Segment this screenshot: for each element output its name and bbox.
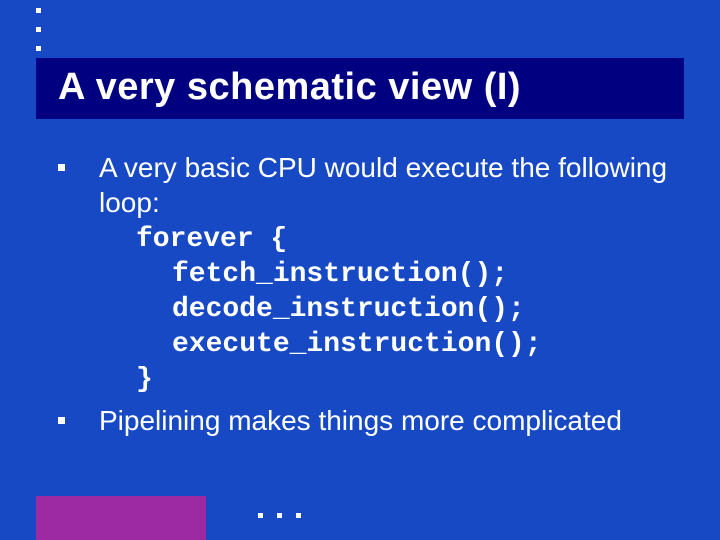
dot-icon	[36, 8, 41, 13]
code-line: forever {	[136, 222, 684, 257]
dot-icon	[296, 513, 301, 518]
bullet-text: A very basic CPU would execute the follo…	[99, 150, 684, 220]
decoration-dots-top	[36, 8, 41, 51]
code-line: execute_instruction();	[136, 327, 684, 362]
accent-decoration	[36, 496, 206, 540]
code-line: }	[136, 362, 684, 397]
code-line: decode_instruction();	[136, 292, 684, 327]
dot-icon	[36, 27, 41, 32]
bullet-item: Pipelining makes things more complicated	[58, 403, 684, 438]
code-block: forever { fetch_instruction(); decode_in…	[136, 222, 684, 397]
slide-content: A very basic CPU would execute the follo…	[58, 150, 684, 440]
bullet-icon	[58, 164, 65, 171]
bullet-text: Pipelining makes things more complicated	[99, 403, 622, 438]
dot-icon	[258, 513, 263, 518]
code-line: fetch_instruction();	[136, 257, 684, 292]
slide-title-bar: A very schematic view (I)	[36, 58, 684, 119]
slide-title: A very schematic view (I)	[58, 66, 662, 109]
dot-icon	[277, 513, 282, 518]
dot-icon	[36, 46, 41, 51]
bullet-icon	[58, 417, 65, 424]
bullet-item: A very basic CPU would execute the follo…	[58, 150, 684, 220]
decoration-dots-bottom	[258, 513, 301, 518]
